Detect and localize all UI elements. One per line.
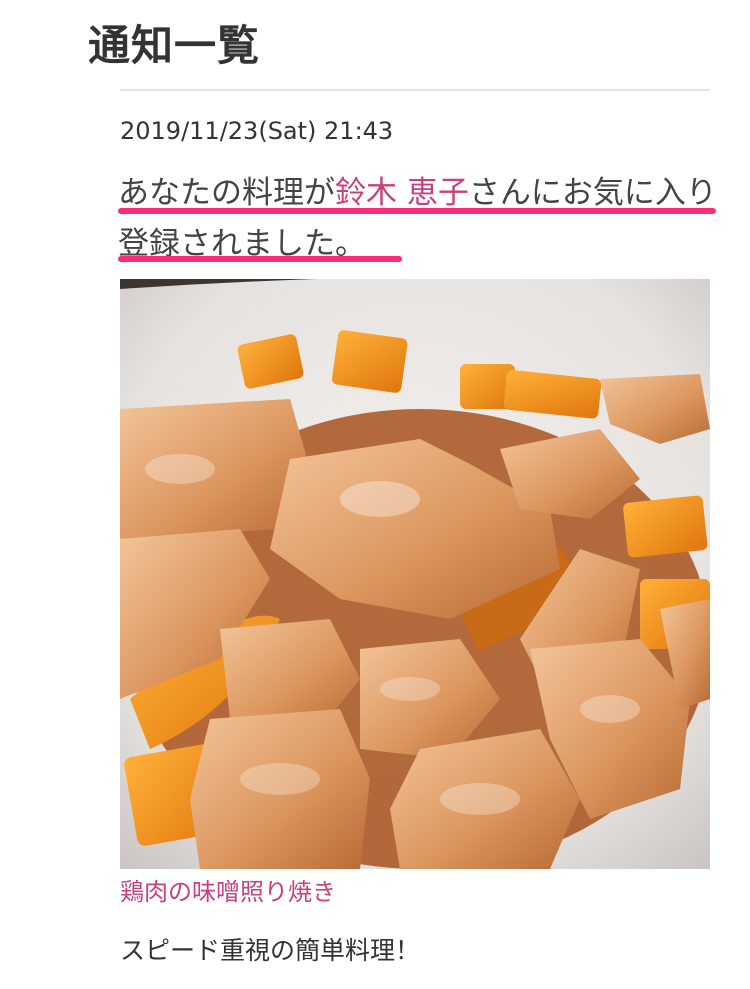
message-prefix: あなたの料理が	[118, 175, 335, 211]
title-divider	[120, 89, 710, 91]
recipe-title-link[interactable]: 鶏肉の味噌照り焼き	[120, 872, 336, 907]
highlight-underline	[118, 256, 402, 262]
notification-message: あなたの料理が鈴木 恵子さんにお気に入り登録されました。	[118, 168, 723, 270]
page-title: 通知一覧	[88, 21, 261, 70]
recipe-description: スピード重視の簡単料理！	[120, 936, 421, 965]
recipe-photo[interactable]	[120, 279, 710, 869]
highlight-underline	[118, 208, 716, 214]
food-photo-icon	[120, 279, 710, 869]
notification-date: 2019/11/23(Sat) 21:43	[120, 117, 394, 145]
user-name-link[interactable]: 鈴木 恵子	[335, 175, 469, 211]
